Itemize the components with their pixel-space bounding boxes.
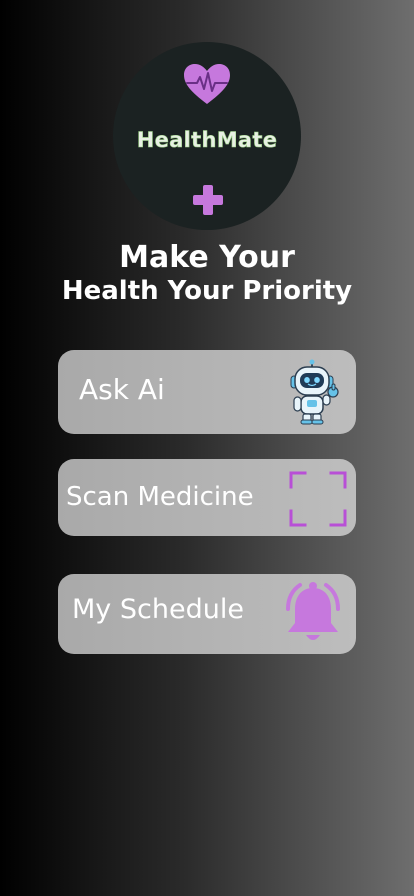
app-logo-text: HealthMate xyxy=(136,128,278,153)
bell-icon xyxy=(286,582,340,640)
ask-ai-label: Ask Ai xyxy=(79,373,165,406)
my-schedule-button[interactable]: My Schedule xyxy=(58,574,356,654)
app-logo: HealthMate xyxy=(113,42,301,230)
ask-ai-button[interactable]: Ask Ai xyxy=(58,350,356,434)
medical-plus-icon xyxy=(193,185,223,215)
home-screen: HealthMate Make Your Health Your Priorit… xyxy=(0,0,414,896)
headline: Make Your Health Your Priority xyxy=(0,240,414,306)
heartbeat-icon xyxy=(184,64,230,104)
headline-line-1: Make Your xyxy=(119,240,295,275)
scan-medicine-label: Scan Medicine xyxy=(66,482,254,512)
headline-line-2: Health Your Priority xyxy=(61,276,353,306)
robot-icon xyxy=(290,359,339,425)
scan-medicine-button[interactable]: Scan Medicine xyxy=(58,459,356,536)
scan-frame-icon xyxy=(289,471,347,527)
my-schedule-label: My Schedule xyxy=(72,594,244,625)
